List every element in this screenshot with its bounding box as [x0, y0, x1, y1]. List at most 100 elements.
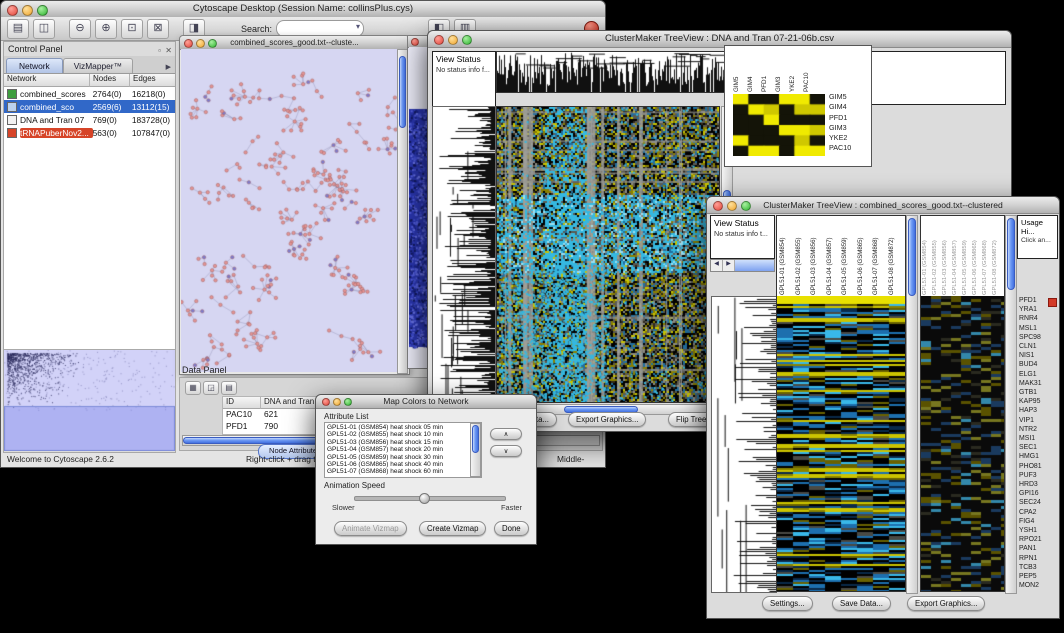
gene-label[interactable]: TCB3: [1019, 563, 1057, 572]
gene-label[interactable]: PEP5: [1019, 572, 1057, 581]
col-network[interactable]: Network: [4, 74, 90, 87]
close-icon[interactable]: [7, 5, 18, 16]
done-button[interactable]: Done: [494, 521, 529, 536]
move-down-button[interactable]: ∨: [490, 445, 522, 457]
id-header[interactable]: ID: [223, 397, 261, 409]
tab-vizmapper[interactable]: VizMapper™: [63, 58, 133, 73]
save-session-icon[interactable]: ◫: [33, 19, 55, 39]
summary-matrix-canvas[interactable]: [733, 94, 825, 156]
gene-label[interactable]: YRA1: [1019, 305, 1057, 314]
close-icon[interactable]: [411, 38, 419, 46]
tab-overflow-icon[interactable]: ▶: [166, 63, 175, 73]
gene-label[interactable]: BUD4: [1019, 360, 1057, 369]
close-icon[interactable]: [434, 35, 444, 45]
gene-label[interactable]: YSH1: [1019, 526, 1057, 535]
tree-nav-spinner[interactable]: ◀ ▶: [710, 259, 775, 272]
network-table-row[interactable]: tRNAPuberNov2... 563(0) 107847(0): [4, 126, 175, 139]
row-dendrogram-canvas[interactable]: [432, 106, 496, 403]
treeview-combined-titlebar[interactable]: ClusterMaker TreeView : combined_scores_…: [707, 197, 1059, 214]
gene-label[interactable]: HMG1: [1019, 452, 1057, 461]
heatmap-canvas[interactable]: [776, 296, 906, 592]
save-data-button[interactable]: Save Data...: [832, 596, 891, 611]
gene-label[interactable]: PHO81: [1019, 462, 1057, 471]
birdseye-canvas[interactable]: [4, 350, 175, 451]
dialog-titlebar[interactable]: Map Colors to Network: [316, 395, 536, 409]
gene-label[interactable]: GPI16: [1019, 489, 1057, 498]
main-vscrollbar[interactable]: [906, 215, 918, 594]
animation-speed-slider[interactable]: [354, 496, 506, 501]
minimize-icon[interactable]: [448, 35, 458, 45]
gene-label[interactable]: MON2: [1019, 581, 1057, 590]
nav-right-icon[interactable]: ▶: [723, 260, 735, 271]
zoom-out-icon[interactable]: ⊖: [69, 19, 91, 39]
list-vscrollbar[interactable]: [470, 423, 481, 477]
zoom-window-icon[interactable]: [37, 5, 48, 16]
tab-network[interactable]: Network: [6, 58, 63, 73]
gene-label[interactable]: HRD3: [1019, 480, 1057, 489]
heatmap-canvas[interactable]: [496, 106, 720, 403]
gene-label[interactable]: SPC98: [1019, 333, 1057, 342]
zoom-window-icon[interactable]: [741, 201, 751, 211]
scrollbar-thumb[interactable]: [1007, 218, 1015, 290]
gene-label[interactable]: VIP1: [1019, 416, 1057, 425]
attribute-list-item[interactable]: GPL51-01 (GSM854) heat shock 05 min: [327, 424, 471, 431]
gene-label[interactable]: CPA2: [1019, 508, 1057, 517]
col-nodes[interactable]: Nodes: [90, 74, 130, 87]
zoom-selected-icon[interactable]: ⊡: [121, 19, 143, 39]
gene-label[interactable]: RPN1: [1019, 554, 1057, 563]
animate-vizmap-button[interactable]: Animate Vizmap: [334, 521, 407, 536]
row-dendrogram-canvas[interactable]: [711, 296, 777, 593]
gene-label[interactable]: HAP3: [1019, 406, 1057, 415]
secondary-heatmap-canvas[interactable]: [920, 296, 1005, 592]
zoom-window-icon[interactable]: [208, 39, 217, 48]
gene-label[interactable]: FIG4: [1019, 517, 1057, 526]
network-table-row[interactable]: combined_sco 2569(6) 13112(15): [4, 100, 175, 113]
attribute-listbox[interactable]: GPL51-01 (GSM854) heat shock 05 minGPL51…: [324, 422, 482, 478]
minimize-icon[interactable]: [22, 5, 33, 16]
attribute-list-item[interactable]: GPL51-02 (GSM855) heat shock 10 min: [327, 431, 471, 438]
scrollbar-thumb[interactable]: [472, 425, 479, 453]
create-vizmap-button[interactable]: Create Vizmap: [419, 521, 486, 536]
attribute-batch-icon[interactable]: ▤: [221, 381, 237, 395]
gene-label[interactable]: MSL1: [1019, 324, 1057, 333]
minimize-icon[interactable]: [196, 39, 205, 48]
zoom-window-icon[interactable]: [344, 398, 352, 406]
gene-label[interactable]: GTB1: [1019, 388, 1057, 397]
gene-label[interactable]: MAK31: [1019, 379, 1057, 388]
minimize-icon[interactable]: [333, 398, 341, 406]
column-dendrogram-canvas[interactable]: [496, 51, 726, 93]
nav-thumb[interactable]: [735, 260, 774, 271]
attribute-list-item[interactable]: GPL51-06 (GSM865) heat shock 40 min: [327, 461, 471, 468]
float-panel-icon[interactable]: ▫: [158, 44, 161, 58]
network-frame-titlebar[interactable]: combined_scores_good.txt--cluste...: [180, 36, 409, 50]
birdseye-view[interactable]: [4, 349, 175, 452]
gene-label[interactable]: MSI1: [1019, 434, 1057, 443]
settings-button[interactable]: Settings...: [762, 596, 813, 611]
network-table-row[interactable]: DNA and Tran 07 769(0) 183728(0): [4, 113, 175, 126]
export-graphics-button[interactable]: Export Graphics...: [907, 596, 985, 611]
nav-left-icon[interactable]: ◀: [711, 260, 723, 271]
zoom-in-icon[interactable]: ⊕: [95, 19, 117, 39]
slider-thumb[interactable]: [419, 493, 430, 504]
zoom-fit-icon[interactable]: ⊠: [147, 19, 169, 39]
gene-label[interactable]: NTR2: [1019, 425, 1057, 434]
gene-label[interactable]: PUF3: [1019, 471, 1057, 480]
secondary-vscrollbar[interactable]: [1005, 215, 1017, 594]
gene-label[interactable]: PAN1: [1019, 544, 1057, 553]
close-panel-icon[interactable]: ✕: [165, 44, 172, 58]
network-table-row[interactable]: combined_scores 2764(0) 16218(0): [4, 87, 175, 100]
gene-label[interactable]: SEC24: [1019, 498, 1057, 507]
chevron-down-icon[interactable]: ▾: [356, 22, 360, 31]
attribute-list-item[interactable]: GPL51-03 (GSM856) heat shock 15 min: [327, 439, 471, 446]
gene-label[interactable]: RPO21: [1019, 535, 1057, 544]
gene-label[interactable]: NIS1: [1019, 351, 1057, 360]
attribute-list-item[interactable]: GPL51-07 (GSM868) heat shock 60 min: [327, 468, 471, 475]
network-canvas[interactable]: [181, 49, 398, 372]
treeview-dna-titlebar[interactable]: ClusterMaker TreeView : DNA and Tran 07-…: [428, 31, 1011, 48]
close-icon[interactable]: [184, 39, 193, 48]
select-attributes-icon[interactable]: ◲: [203, 381, 219, 395]
zoom-window-icon[interactable]: [462, 35, 472, 45]
open-session-icon[interactable]: ▤: [7, 19, 29, 39]
grid-icon[interactable]: ▦: [185, 381, 201, 395]
main-titlebar[interactable]: Cytoscape Desktop (Session Name: collins…: [1, 1, 605, 18]
